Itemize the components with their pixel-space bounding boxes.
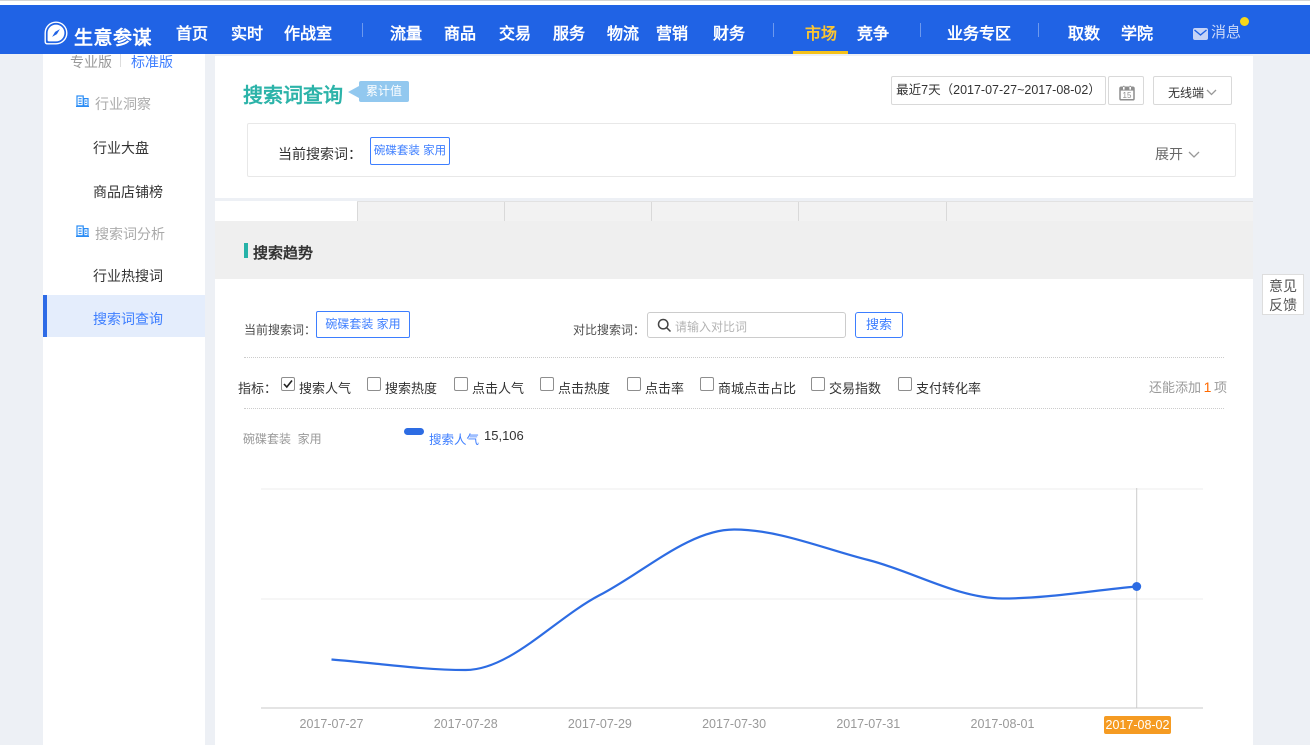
svg-text:2017-07-31: 2017-07-31	[836, 717, 900, 731]
svg-text:2017-07-29: 2017-07-29	[568, 717, 632, 731]
svg-text:2017-07-30: 2017-07-30	[702, 717, 766, 731]
svg-text:15: 15	[1123, 91, 1132, 100]
svg-text:2017-07-27: 2017-07-27	[300, 717, 364, 731]
svg-text:2017-07-28: 2017-07-28	[434, 717, 498, 731]
svg-text:2017-08-01: 2017-08-01	[971, 717, 1035, 731]
svg-text:2017-08-02: 2017-08-02	[1106, 718, 1170, 732]
